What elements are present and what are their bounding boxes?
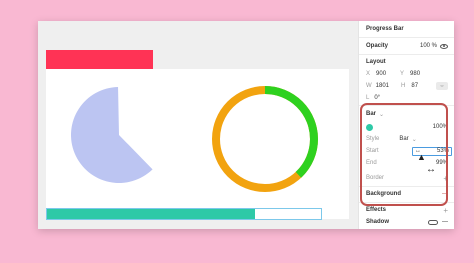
panel-title: Progress Bar [366, 26, 404, 32]
resize-cursor-icon: ↔ [426, 164, 436, 175]
effects-label: Effects [366, 207, 387, 213]
y-value[interactable]: 980 [410, 71, 420, 77]
remove-shadow-button[interactable]: — [442, 219, 448, 225]
eye-icon[interactable] [440, 43, 448, 49]
highlight-outline [360, 103, 448, 206]
h-value[interactable]: 87 [411, 83, 418, 89]
progress-bar-track[interactable] [46, 208, 322, 220]
x-value[interactable]: 900 [376, 71, 386, 77]
pie-slice[interactable] [71, 87, 153, 183]
x-label: X [366, 71, 371, 77]
rotation-label: L [366, 95, 370, 101]
design-canvas[interactable] [38, 21, 358, 229]
y-label: Y [400, 71, 405, 77]
w-value[interactable]: 1801 [376, 83, 389, 89]
opacity-label: Opacity [366, 43, 389, 49]
ring-progress[interactable] [211, 85, 319, 193]
pie-shape[interactable] [71, 83, 167, 188]
shadow-toggle-icon[interactable] [428, 219, 438, 225]
pointer-cursor-icon: ▲ [417, 152, 426, 162]
shadow-label: Shadow [366, 219, 390, 225]
red-rectangle[interactable] [46, 50, 153, 69]
layout-label: Layout [366, 59, 386, 65]
w-label: W [366, 83, 372, 89]
opacity-value[interactable]: 100 % [420, 43, 437, 49]
rotation-value[interactable]: 0° [374, 95, 380, 101]
add-effect-button[interactable]: + [443, 206, 448, 215]
h-label: H [401, 83, 406, 89]
constrain-proportions-icon[interactable]: ⇔ [436, 82, 448, 90]
progress-bar-fill[interactable] [47, 209, 256, 219]
